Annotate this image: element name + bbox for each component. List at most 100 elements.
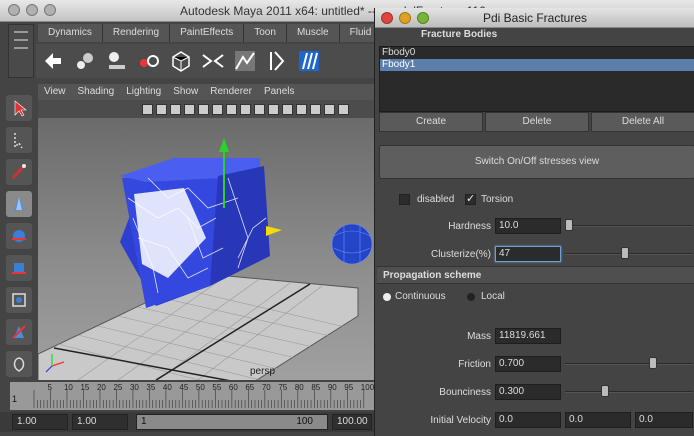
- last-tool-icon[interactable]: [6, 319, 32, 345]
- manipulator-icon[interactable]: [6, 287, 32, 313]
- fracture-bodies-label: Fracture Bodies: [421, 29, 498, 40]
- clusterize-slider-knob[interactable]: [621, 247, 630, 259]
- time-slider-tick-label: 15: [80, 383, 89, 392]
- continuous-radio[interactable]: [383, 293, 391, 301]
- safe-action-icon[interactable]: [254, 103, 265, 115]
- menu-show[interactable]: Show: [173, 84, 198, 100]
- fracture-bodies-list[interactable]: Fbody0 Fbody1: [379, 46, 694, 112]
- time-slider-tick-label: 30: [130, 383, 139, 392]
- menu-shading[interactable]: Shading: [78, 84, 115, 100]
- resolution-gate-icon[interactable]: [240, 103, 251, 115]
- initial-velocity-x-field[interactable]: 0.0: [495, 412, 561, 428]
- rotate-tool-icon[interactable]: [6, 223, 32, 249]
- hardness-slider-track[interactable]: [565, 225, 693, 227]
- shelf-tab-muscle[interactable]: Muscle: [286, 24, 340, 42]
- delete-all-button[interactable]: Delete All: [591, 112, 694, 132]
- menu-view[interactable]: View: [44, 84, 66, 100]
- paint-select-icon[interactable]: [6, 159, 32, 185]
- clusterize-field[interactable]: 47: [495, 246, 561, 262]
- shadow-icon[interactable]: [282, 103, 293, 115]
- lasso-tool-icon[interactable]: [6, 127, 32, 153]
- maya-minimize-button[interactable]: [26, 4, 38, 16]
- xray-icon[interactable]: [268, 103, 279, 115]
- scale-tool-icon[interactable]: [6, 255, 32, 281]
- wireframe-icon[interactable]: [142, 103, 153, 115]
- range-end-field[interactable]: 100.00: [332, 414, 372, 430]
- time-slider-tick-label: 90: [328, 383, 337, 392]
- volume-axis-icon[interactable]: [264, 48, 290, 74]
- texture-icon[interactable]: [170, 103, 181, 115]
- time-slider-tick-label: 50: [196, 383, 205, 392]
- shelf-tab-painteffects[interactable]: PaintEffects: [170, 24, 245, 42]
- local-radio[interactable]: [467, 293, 475, 301]
- create-button[interactable]: Create: [379, 112, 483, 132]
- bounciness-field[interactable]: 0.300: [495, 384, 561, 400]
- shelf-icons: [36, 44, 376, 78]
- hardness-slider-knob[interactable]: [565, 219, 573, 231]
- range-bar[interactable]: 1 100: [136, 414, 328, 430]
- time-slider-tick-label: 75: [278, 383, 287, 392]
- list-item[interactable]: Fbody0: [380, 47, 694, 59]
- propagation-scheme-header[interactable]: Propagation scheme: [377, 266, 694, 284]
- menu-lighting[interactable]: Lighting: [126, 84, 161, 100]
- light-icon[interactable]: [296, 103, 307, 115]
- turbulence-icon[interactable]: [200, 48, 226, 74]
- viewport-panel: View Shading Lighting Show Renderer Pane…: [37, 84, 374, 393]
- disabled-checkbox[interactable]: [399, 194, 410, 205]
- maya-zoom-button[interactable]: [44, 4, 56, 16]
- isolate-icon[interactable]: [310, 103, 321, 115]
- hardness-field[interactable]: 10.0: [495, 218, 561, 234]
- select-tool-icon[interactable]: [6, 95, 32, 121]
- time-slider-tick-label: 95: [344, 383, 353, 392]
- menu-panels[interactable]: Panels: [264, 84, 295, 100]
- highlight-icon[interactable]: [324, 103, 335, 115]
- list-item[interactable]: Fbody1: [380, 59, 694, 71]
- friction-field[interactable]: 0.700: [495, 356, 561, 372]
- gravity-icon[interactable]: [40, 48, 66, 74]
- scene-view[interactable]: persp: [37, 118, 374, 393]
- friction-slider-knob[interactable]: [649, 357, 657, 369]
- friction-slider-track[interactable]: [565, 363, 693, 365]
- propagation-scheme-label: Propagation scheme: [383, 270, 482, 281]
- shelf-options[interactable]: [8, 24, 34, 78]
- switch-stresses-view-button[interactable]: Switch On/Off stresses view: [379, 145, 694, 179]
- maya-close-button[interactable]: [8, 4, 20, 16]
- pdi-window-title: Pdi Basic Fractures: [482, 11, 588, 25]
- shelf-tab-toon[interactable]: Toon: [244, 24, 287, 42]
- torsion-checkbox[interactable]: [465, 192, 476, 205]
- uniform-icon[interactable]: [232, 48, 258, 74]
- fire-icon[interactable]: [72, 48, 98, 74]
- bounciness-slider-knob[interactable]: [601, 385, 609, 397]
- initial-velocity-y-field[interactable]: 0.0: [565, 412, 631, 428]
- initial-velocity-z-field[interactable]: 0.0: [635, 412, 693, 428]
- vortex-icon[interactable]: [136, 48, 162, 74]
- grid-icon[interactable]: [184, 103, 195, 115]
- shelf-tab-rendering[interactable]: Rendering: [102, 24, 171, 42]
- mass-label: Mass: [467, 331, 491, 342]
- newton-icon[interactable]: [104, 48, 130, 74]
- soft-mod-icon[interactable]: [6, 351, 32, 377]
- air-icon[interactable]: [296, 48, 322, 74]
- smooth-shade-icon[interactable]: [156, 103, 167, 115]
- shelf-tab-dynamics[interactable]: Dynamics: [38, 24, 103, 42]
- delete-button[interactable]: Delete: [485, 112, 589, 132]
- range-start-field-2[interactable]: 1.00: [72, 414, 128, 430]
- radial-icon[interactable]: [168, 48, 194, 74]
- range-slider-end: 100: [296, 416, 313, 427]
- friction-label: Friction: [458, 359, 491, 370]
- continuous-label: Continuous: [395, 291, 446, 302]
- current-frame-label: 1: [12, 394, 17, 404]
- range-start-field[interactable]: 1.00: [12, 414, 68, 430]
- mass-field[interactable]: 11819.661: [495, 328, 561, 344]
- time-slider-tick-label: 10: [64, 383, 73, 392]
- image-plane-icon[interactable]: [212, 103, 223, 115]
- move-tool-icon[interactable]: [6, 191, 32, 217]
- menu-renderer[interactable]: Renderer: [210, 84, 252, 100]
- time-slider[interactable]: 5 10 15 20 25 30 35 40 45 50 55 60 65 70 75 80 85 90 95 100…: [10, 382, 374, 410]
- snap-icon[interactable]: [338, 103, 349, 115]
- bounciness-slider-track[interactable]: [565, 391, 693, 393]
- time-slider-tick-label: 85: [311, 383, 320, 392]
- list-buttons: Create Delete Delete All: [379, 112, 694, 132]
- camera-icon[interactable]: [198, 103, 209, 115]
- frame-icon[interactable]: [226, 103, 237, 115]
